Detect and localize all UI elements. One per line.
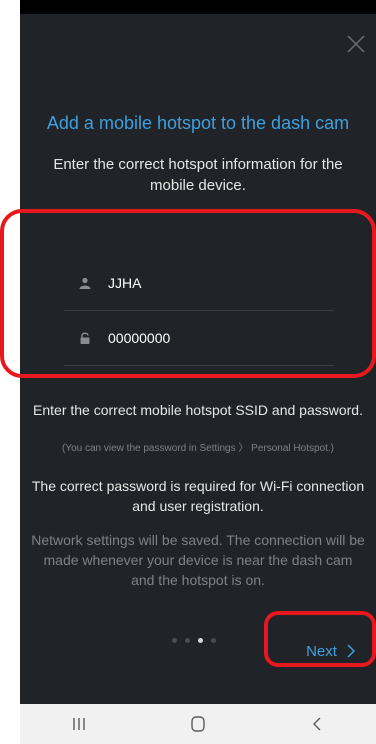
page-dot <box>185 637 190 643</box>
status-bar <box>20 0 376 14</box>
password-field[interactable] <box>64 311 334 366</box>
ssid-instructions: Enter the correct mobile hotspot SSID an… <box>33 402 363 418</box>
next-button[interactable]: Next <box>288 629 373 673</box>
close-button[interactable] <box>346 34 366 54</box>
ssid-field[interactable] <box>64 256 334 311</box>
next-label: Next <box>306 642 337 660</box>
ssid-input[interactable] <box>108 275 308 291</box>
page-indicator <box>172 636 232 644</box>
home-icon <box>191 716 205 732</box>
home-button[interactable] <box>178 709 218 739</box>
recents-button[interactable] <box>59 709 99 739</box>
back-icon <box>312 717 321 731</box>
system-nav-bar <box>20 704 376 744</box>
screen: Add a mobile hotspot to the dash cam Ent… <box>0 0 376 744</box>
page-dot-active <box>198 637 203 643</box>
password-hint: (You can view the password in Settings 〉… <box>62 443 334 454</box>
person-icon <box>78 276 92 290</box>
page-dot <box>211 637 216 643</box>
close-icon <box>347 35 365 53</box>
password-requirement: The correct password is required for Wi-… <box>31 478 365 514</box>
hotspot-form <box>64 256 334 366</box>
page-dot <box>172 637 177 643</box>
recents-icon <box>73 718 86 730</box>
lock-icon <box>78 331 92 345</box>
password-input[interactable] <box>108 330 308 346</box>
hotspot-setup-screen: Add a mobile hotspot to the dash cam Ent… <box>20 14 376 704</box>
network-settings-note: Network settings will be saved. The conn… <box>31 532 365 588</box>
page-subtitle: Enter the correct hotspot information fo… <box>53 156 343 194</box>
back-button[interactable] <box>297 709 337 739</box>
chevron-right-icon <box>347 644 355 658</box>
page-title: Add a mobile hotspot to the dash cam <box>46 113 350 133</box>
